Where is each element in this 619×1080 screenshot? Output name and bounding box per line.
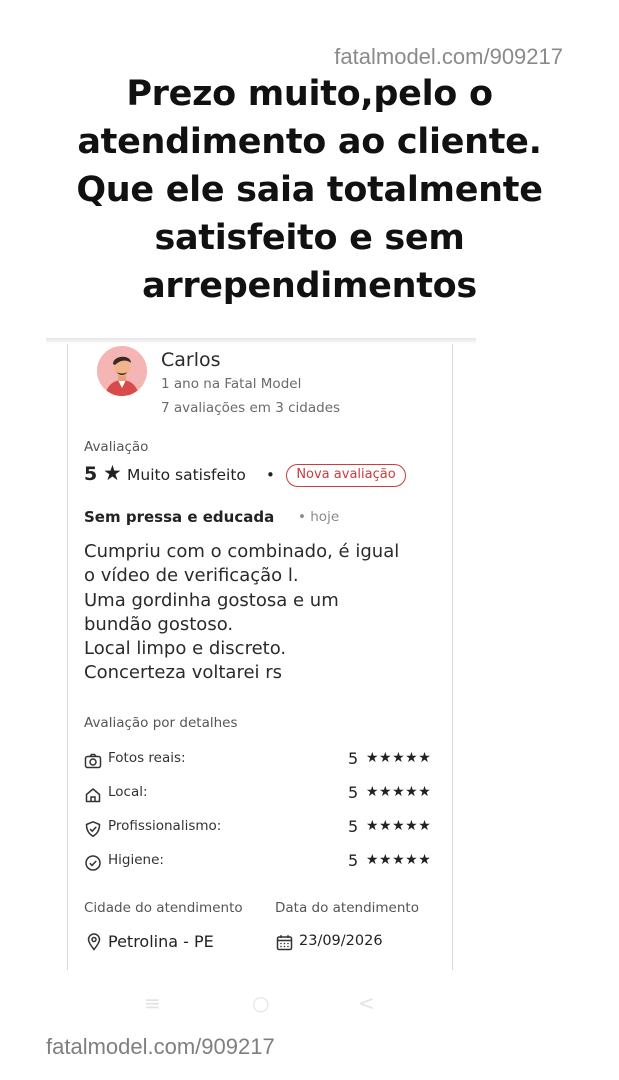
headline-line: Prezo muito,pelo o <box>126 74 493 114</box>
reviewer-name[interactable]: Carlos <box>161 349 221 371</box>
card-border-right <box>452 344 453 970</box>
detail-row-local: Local: 5 ★★★★★ <box>84 783 440 806</box>
details-label: Avaliação por detalhes <box>84 715 238 731</box>
detail-score: 5 <box>348 783 359 802</box>
headline-line: arrependimentos <box>142 266 477 306</box>
detail-row-fotos-reais: Fotos reais: 5 ★★★★★ <box>84 749 440 772</box>
detail-stars: ★★★★★ <box>366 852 432 868</box>
date-value: 23/09/2026 <box>299 933 383 949</box>
review-body-line: o vídeo de verificação l. <box>84 565 299 587</box>
headline-line: satisfeito e sem <box>154 218 465 258</box>
review-date: • hoje <box>298 509 340 525</box>
detail-row-higiene: Higiene: 5 ★★★★★ <box>84 851 440 874</box>
rating-score: 5 <box>84 463 98 485</box>
review-title: Sem pressa e educada <box>84 508 275 526</box>
back-icon[interactable]: < <box>358 991 375 1015</box>
calendar-icon <box>276 935 293 951</box>
review-body-line: Concerteza voltarei rs <box>84 662 283 684</box>
rating-text: Muito satisfeito <box>127 466 246 484</box>
user-avatar-icon[interactable] <box>97 346 147 396</box>
detail-label: Higiene: <box>108 852 164 868</box>
review-body: Cumpriu com o combinado, é igual o vídeo… <box>84 540 399 686</box>
review-body-line: Uma gordinha gostosa e um <box>84 589 339 611</box>
new-review-badge: Nova avaliação <box>286 464 406 487</box>
detail-label: Profissionalismo: <box>108 818 222 834</box>
detail-score: 5 <box>348 749 359 768</box>
reviewer-review-count: 7 avaliações em 3 cidades <box>161 400 341 416</box>
card-border-left <box>67 344 68 970</box>
star-icon: ★ <box>103 461 122 485</box>
city-value: Petrolina - PE <box>108 932 214 951</box>
headline-caption: Prezo muito,pelo o atendimento ao client… <box>0 70 619 310</box>
watermark-bottom: fatalmodel.com/909217 <box>46 1034 275 1059</box>
camera-check-icon <box>84 753 102 769</box>
watermark-top: fatalmodel.com/909217 <box>334 44 563 69</box>
shield-check-icon <box>85 821 101 837</box>
home-icon <box>85 788 101 803</box>
card-top-shadow <box>46 338 476 344</box>
headline-line: atendimento ao cliente. <box>77 122 542 162</box>
location-pin-icon <box>87 933 101 951</box>
detail-label: Local: <box>108 784 148 800</box>
detail-stars: ★★★★★ <box>366 818 432 834</box>
home-button-icon[interactable]: ○ <box>252 991 269 1015</box>
check-circle-icon <box>85 855 101 871</box>
detail-row-profissionalismo: Profissionalismo: 5 ★★★★★ <box>84 817 440 840</box>
detail-label: Fotos reais: <box>108 750 186 766</box>
date-label: Data do atendimento <box>275 900 419 916</box>
detail-stars: ★★★★★ <box>366 784 432 800</box>
detail-score: 5 <box>348 851 359 870</box>
menu-icon[interactable]: ≡ <box>144 991 161 1015</box>
reviewer-member-since: 1 ano na Fatal Model <box>161 376 302 392</box>
headline-line: Que ele saia totalmente <box>76 170 543 210</box>
review-body-line: Cumpriu com o combinado, é igual <box>84 541 400 562</box>
detail-score: 5 <box>348 817 359 836</box>
detail-stars: ★★★★★ <box>366 750 432 766</box>
rating-separator: • <box>266 466 275 484</box>
system-nav-bar: ≡ ○ < <box>46 985 476 1025</box>
review-body-line: bundão gostoso. <box>84 613 234 635</box>
rating-label: Avaliação <box>84 439 149 455</box>
city-label: Cidade do atendimento <box>84 900 243 916</box>
review-body-line: Local limpo e discreto. <box>84 638 287 660</box>
